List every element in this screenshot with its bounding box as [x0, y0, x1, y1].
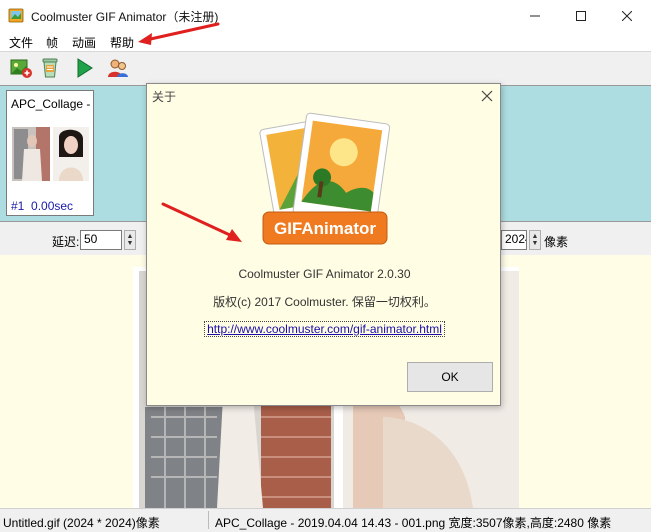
thumbnail-image-right	[53, 127, 89, 181]
status-frame-info: APC_Collage - 2019.04.04 14.43 - 001.png…	[215, 516, 612, 530]
users-icon	[108, 59, 128, 77]
app-logo: GIFAnimator	[259, 110, 391, 246]
delay-input[interactable]: 50	[80, 230, 122, 250]
dialog-title: 关于	[152, 90, 177, 104]
dialog-app-name: Coolmuster GIF Animator 2.0.30	[238, 267, 411, 281]
dialog-url-link[interactable]: http://www.coolmuster.com/gif-animator.h…	[204, 321, 445, 337]
frame-index-delay: #1 0.00sec	[11, 199, 73, 213]
frame-index: #1	[11, 199, 25, 213]
delete-frame-icon	[42, 58, 58, 78]
maximize-button[interactable]	[558, 0, 604, 31]
frame-delay: 0.00sec	[31, 199, 74, 213]
spinner-arrows-icon: ▲ ▼	[126, 233, 134, 247]
frame-thumbnail[interactable]: APC_Collage - #1 0.00sec	[6, 90, 94, 216]
status-bar: Untitled.gif (2024 * 2024)像素 APC_Collage…	[0, 508, 651, 532]
status-file-info: Untitled.gif (2024 * 2024)像素	[3, 516, 160, 530]
logo-text: GIFAnimator	[274, 219, 376, 238]
frame-name: APC_Collage -	[11, 97, 91, 111]
thumbnail-image-left	[12, 127, 50, 181]
ok-button[interactable]: OK	[407, 362, 493, 392]
about-dialog: 关于 GIFAnimator Coolmuster GIF Animator 2…	[146, 83, 501, 406]
dialog-copyright: 版权(c) 2017 Coolmuster. 保留一切权利。	[213, 295, 436, 309]
menu-frame[interactable]: 帧	[46, 34, 58, 51]
minimize-button[interactable]	[512, 0, 558, 31]
window-title: Coolmuster GIF Animator（未注册)	[31, 10, 219, 24]
user-button[interactable]	[106, 56, 130, 80]
close-icon	[481, 90, 493, 102]
delay-label: 延迟:	[52, 235, 80, 249]
menu-file[interactable]: 文件	[9, 34, 33, 51]
title-bar: Coolmuster GIF Animator（未注册)	[0, 0, 651, 31]
dialog-url-link-row: http://www.coolmuster.com/gif-animator.h…	[147, 321, 502, 337]
add-frame-button[interactable]	[9, 56, 33, 80]
spinner-arrows-icon: ▲ ▼	[531, 233, 539, 247]
play-button[interactable]	[72, 56, 96, 80]
delete-frame-button[interactable]	[38, 56, 62, 80]
play-icon	[77, 58, 93, 78]
close-button[interactable]	[604, 0, 650, 31]
add-frame-icon	[10, 59, 32, 78]
app-icon	[8, 7, 25, 24]
size-input[interactable]: 2024	[501, 230, 527, 250]
size-unit: 像素	[544, 235, 569, 249]
delay-spinner[interactable]: ▲ ▼	[124, 230, 136, 250]
size-spinner[interactable]: ▲ ▼	[529, 230, 541, 250]
dialog-close-button[interactable]	[479, 88, 495, 104]
menu-animation[interactable]: 动画	[72, 34, 96, 51]
toolbar	[0, 51, 651, 83]
minimize-icon	[530, 15, 540, 16]
menu-bar: 文件 帧 动画 帮助	[0, 31, 651, 51]
close-icon	[622, 10, 632, 21]
menu-help[interactable]: 帮助	[110, 34, 134, 51]
maximize-icon	[576, 10, 586, 21]
status-divider	[208, 511, 209, 529]
